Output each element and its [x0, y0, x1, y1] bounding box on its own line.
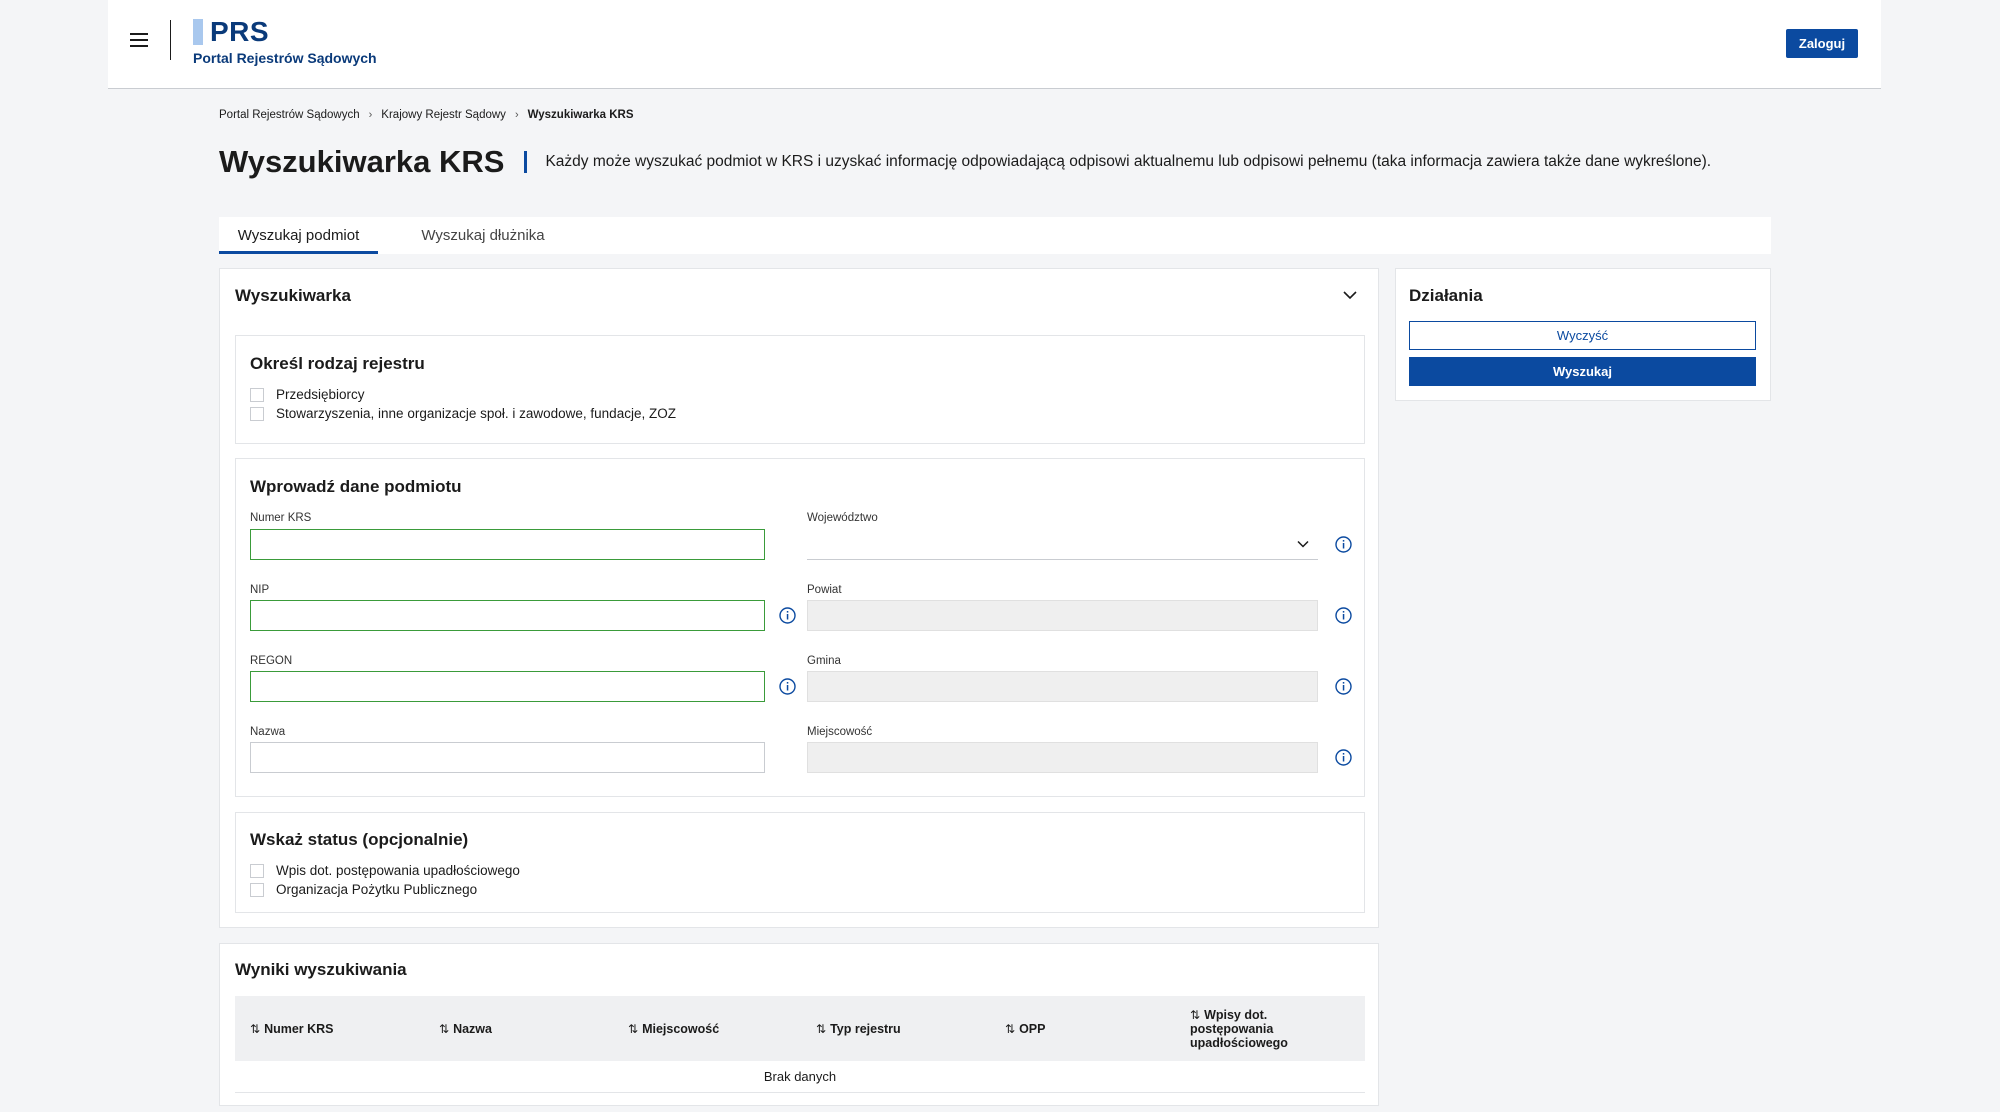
column-header-register-type[interactable]: ⇅ Typ rejestru — [816, 996, 901, 1061]
locality-label: Miejscowość — [807, 726, 873, 738]
status-option-opp[interactable]: Organizacja Pożytku Publicznego — [250, 882, 477, 897]
tab-search-entity[interactable]: Wyszukaj podmiot — [219, 217, 378, 254]
nip-input[interactable] — [250, 600, 765, 631]
info-icon[interactable] — [1335, 678, 1352, 695]
municipality-label: Gmina — [807, 655, 841, 667]
status-section: Wskaż status (opcjonalnie) Wpis dot. pos… — [235, 812, 1365, 913]
login-button[interactable]: Zaloguj — [1786, 29, 1858, 58]
chevron-right-icon: › — [368, 109, 373, 121]
info-icon[interactable] — [779, 607, 796, 624]
checkbox[interactable] — [250, 863, 264, 878]
column-header-text: Wpisy dot. postępowania upadłościowego — [1190, 1008, 1288, 1050]
logo-text[interactable]: PRS — [210, 16, 269, 48]
register-option-associations[interactable]: Stowarzyszenia, inne organizacje społ. i… — [250, 406, 676, 421]
info-icon[interactable] — [1335, 536, 1352, 553]
regon-input[interactable] — [250, 671, 765, 702]
status-option-bankruptcy[interactable]: Wpis dot. postępowania upadłościowego — [250, 863, 520, 878]
checkbox-label: Przedsiębiorcy — [276, 387, 365, 402]
column-header-label: ⇅ Wpisy dot. postępowania upadłościowego — [1190, 1008, 1300, 1050]
name-label: Nazwa — [250, 726, 286, 738]
column-header-label: Numer KRS — [264, 1021, 334, 1036]
register-option-entrepreneurs[interactable]: Przedsiębiorcy — [250, 387, 365, 402]
county-input — [807, 600, 1318, 631]
tab-search-debtor[interactable]: Wyszukaj dłużnika — [378, 217, 588, 254]
title-divider — [524, 151, 528, 173]
nip-label: NIP — [250, 584, 270, 596]
search-card-title: Wyszukiwarka — [235, 286, 351, 305]
sort-arrows-icon: ⇅ — [1190, 1008, 1201, 1022]
entity-section-title: Wprowadź dane podmiotu — [250, 477, 462, 496]
logo-accent — [193, 19, 203, 45]
checkbox-label: Organizacja Pożytku Publicznego — [276, 882, 478, 897]
chevron-right-icon: › — [514, 109, 519, 121]
column-header-label: Miejscowość — [642, 1021, 720, 1036]
sort-arrows-icon: ⇅ — [628, 1021, 639, 1036]
breadcrumb: Portal Rejestrów Sądowych › Krajowy Reje… — [219, 109, 634, 121]
krs-label: Numer KRS — [250, 512, 312, 524]
column-header-locality[interactable]: ⇅ Miejscowość — [628, 996, 719, 1061]
entity-section: Wprowadź dane podmiotu Numer KRS NIP REG… — [235, 458, 1365, 797]
info-icon[interactable] — [1335, 607, 1352, 624]
checkbox-label: Wpis dot. postępowania upadłościowego — [276, 863, 520, 878]
column-header-opp[interactable]: ⇅ OPP — [1005, 996, 1045, 1061]
voivodeship-select[interactable] — [807, 529, 1318, 560]
results-table-header: ⇅ Numer KRS ⇅ Nazwa ⇅ Miejscowość ⇅ Typ … — [235, 996, 1365, 1061]
results-title: Wyniki wyszukiwania — [235, 960, 407, 979]
checkbox[interactable] — [250, 406, 264, 421]
chevron-down-icon — [1297, 540, 1309, 548]
register-section: Określ rodzaj rejestru Przedsiębiorcy St… — [235, 335, 1365, 444]
info-icon[interactable] — [1335, 749, 1352, 766]
municipality-input — [807, 671, 1318, 702]
column-header-label: Typ rejestru — [830, 1021, 901, 1036]
sort-arrows-icon: ⇅ — [816, 1021, 827, 1036]
register-section-title: Określ rodzaj rejestru — [250, 354, 425, 373]
empty-results-row: Brak danych — [235, 1061, 1365, 1093]
tab-bar: Wyszukaj podmiot Wyszukaj dłużnika — [219, 217, 1771, 254]
status-section-title: Wskaż status (opcjonalnie) — [250, 830, 469, 849]
page-description: Każdy może wyszukać podmiot w KRS i uzys… — [545, 153, 1712, 170]
regon-label: REGON — [250, 655, 293, 667]
logo-subtitle[interactable]: Portal Rejestrów Sądowych — [193, 50, 377, 66]
info-icon[interactable] — [779, 678, 796, 695]
checkbox-label: Stowarzyszenia, inne organizacje społ. i… — [276, 406, 676, 421]
column-header-krs[interactable]: ⇅ Numer KRS — [250, 996, 334, 1061]
checkbox[interactable] — [250, 882, 264, 897]
voivodeship-label: Województwo — [807, 512, 878, 524]
checkbox[interactable] — [250, 387, 264, 402]
column-header-bankruptcy[interactable]: ⇅ Wpisy dot. postępowania upadłościowego — [1190, 996, 1300, 1061]
sort-arrows-icon: ⇅ — [1005, 1021, 1016, 1036]
county-label: Powiat — [807, 584, 842, 596]
clear-button[interactable]: Wyczyść — [1409, 321, 1756, 350]
results-card: Wyniki wyszukiwania ⇅ Numer KRS ⇅ Nazwa … — [219, 943, 1379, 1106]
breadcrumb-item-krs[interactable]: Krajowy Rejestr Sądowy — [381, 109, 506, 121]
top-bar: PRS Portal Rejestrów Sądowych Zaloguj — [108, 0, 1881, 89]
header-divider — [170, 20, 171, 60]
krs-input[interactable] — [250, 529, 765, 560]
sort-arrows-icon: ⇅ — [250, 1021, 261, 1036]
locality-input — [807, 742, 1318, 773]
chevron-down-icon[interactable] — [1342, 287, 1358, 303]
column-header-name[interactable]: ⇅ Nazwa — [439, 996, 492, 1061]
breadcrumb-item-portal[interactable]: Portal Rejestrów Sądowych — [219, 109, 360, 121]
search-button[interactable]: Wyszukaj — [1409, 357, 1756, 386]
page-title: Wyszukiwarka KRS — [219, 144, 505, 179]
actions-card: Działania Wyczyść Wyszukaj — [1395, 268, 1771, 401]
sort-arrows-icon: ⇅ — [439, 1021, 450, 1036]
title-row: Wyszukiwarka KRS Każdy może wyszukać pod… — [219, 144, 1711, 180]
column-header-label: Nazwa — [453, 1021, 492, 1036]
menu-icon[interactable] — [130, 33, 148, 47]
column-header-label: OPP — [1019, 1021, 1046, 1036]
actions-title: Działania — [1409, 286, 1483, 305]
name-input[interactable] — [250, 742, 765, 773]
breadcrumb-current: Wyszukiwarka KRS — [527, 109, 634, 121]
search-card: Wyszukiwarka Określ rodzaj rejestru Prze… — [219, 268, 1379, 928]
